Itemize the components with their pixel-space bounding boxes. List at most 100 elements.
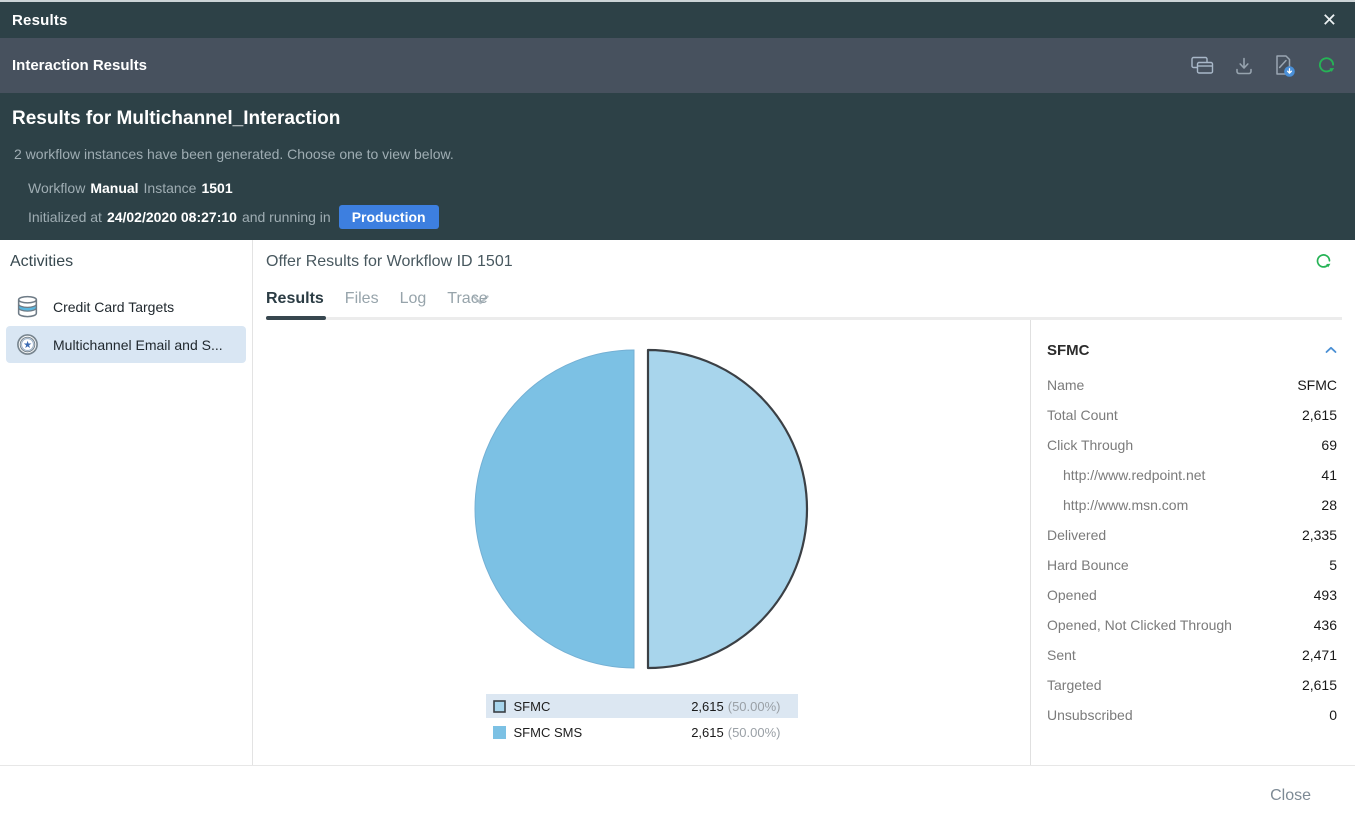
toolbar-icons bbox=[1191, 54, 1337, 78]
workflow-summary-panel: Results for Multichannel_Interaction 2 w… bbox=[0, 93, 1355, 240]
activities-title: Activities bbox=[0, 253, 252, 271]
interaction-results-toolbar: Interaction Results bbox=[0, 38, 1355, 93]
pie-chart bbox=[471, 347, 813, 673]
legend-label: SFMC bbox=[514, 699, 551, 714]
workflow-value: Manual bbox=[90, 180, 138, 196]
offer-results-title: Offer Results for Workflow ID 1501 bbox=[266, 253, 513, 271]
stat-row-hard-bounce: Hard Bounce 5 bbox=[1031, 550, 1355, 580]
stat-label: http://www.msn.com bbox=[1047, 497, 1188, 513]
stat-row-opened-not-clicked: Opened, Not Clicked Through 436 bbox=[1031, 610, 1355, 640]
stat-value: 2,335 bbox=[1302, 527, 1337, 543]
stat-label: Click Through bbox=[1047, 437, 1133, 453]
stat-label: Opened bbox=[1047, 587, 1097, 603]
stat-value: 493 bbox=[1314, 587, 1337, 603]
download-icon[interactable] bbox=[1234, 56, 1254, 76]
results-dialog: Results ✕ Interaction Results bbox=[0, 0, 1355, 826]
legend-percent: (50.00%) bbox=[728, 699, 781, 714]
stat-row-name: Name SFMC bbox=[1031, 370, 1355, 400]
stat-label: Hard Bounce bbox=[1047, 557, 1129, 573]
initialized-timestamp: 24/02/2020 08:27:10 bbox=[107, 209, 237, 225]
refresh-icon[interactable] bbox=[1316, 55, 1337, 76]
legend-swatch-sfmc-sms bbox=[493, 726, 506, 739]
stat-value: 2,471 bbox=[1302, 647, 1337, 663]
results-content: SFMC 2,615 (50.00%) SFMC SMS 2,615 (50.0… bbox=[253, 320, 1355, 765]
stat-row-total-count: Total Count 2,615 bbox=[1031, 400, 1355, 430]
cards-icon[interactable] bbox=[1191, 56, 1214, 75]
initialized-label: Initialized at bbox=[28, 209, 102, 225]
workflow-instances-subtitle: 2 workflow instances have been generated… bbox=[14, 146, 1343, 162]
chevron-up-icon[interactable] bbox=[1325, 346, 1337, 354]
stat-label: Unsubscribed bbox=[1047, 707, 1133, 723]
tab-results[interactable]: Results bbox=[266, 290, 324, 317]
pie-slice-sfmc[interactable] bbox=[648, 350, 807, 668]
tab-log[interactable]: Log bbox=[400, 290, 427, 317]
close-button[interactable]: Close bbox=[1270, 787, 1311, 805]
legend-value: 2,615 bbox=[691, 725, 724, 740]
legend-swatch-sfmc bbox=[493, 700, 506, 713]
results-tabs: Results Files Log Trace bbox=[266, 290, 1342, 320]
stat-value: 0 bbox=[1329, 707, 1337, 723]
dialog-titlebar: Results ✕ bbox=[0, 0, 1355, 38]
target-icon: ★ bbox=[15, 332, 40, 357]
instance-label: Instance bbox=[144, 180, 197, 196]
offer-results-header: Offer Results for Workflow ID 1501 bbox=[253, 252, 1355, 271]
results-for-title: Results for Multichannel_Interaction bbox=[12, 93, 1343, 130]
legend-label: SFMC SMS bbox=[514, 725, 583, 740]
pie-slice-sfmc-sms[interactable] bbox=[475, 350, 634, 668]
database-icon bbox=[15, 294, 40, 319]
stat-value: 2,615 bbox=[1302, 407, 1337, 423]
stat-row-targeted: Targeted 2,615 bbox=[1031, 670, 1355, 700]
stat-label: Delivered bbox=[1047, 527, 1106, 543]
stat-value: 28 bbox=[1321, 497, 1337, 513]
offer-results-panel: Offer Results for Workflow ID 1501 Resul… bbox=[253, 240, 1355, 765]
pie-chart-area: SFMC 2,615 (50.00%) SFMC SMS 2,615 (50.0… bbox=[253, 320, 1030, 765]
workflow-instance-line: Workflow Manual Instance 1501 bbox=[28, 180, 1343, 196]
initialized-line: Initialized at 24/02/2020 08:27:10 and r… bbox=[28, 205, 1343, 229]
stat-value: 2,615 bbox=[1302, 677, 1337, 693]
sfmc-stats-panel: SFMC Name SFMC Total Cou bbox=[1030, 320, 1355, 765]
stat-row-click-through: Click Through 69 bbox=[1031, 430, 1355, 460]
legend-row-sfmc-sms[interactable]: SFMC SMS 2,615 (50.00%) bbox=[486, 720, 798, 744]
sidebar-item-credit-card-targets[interactable]: Credit Card Targets bbox=[6, 288, 246, 325]
stats-header: SFMC bbox=[1031, 339, 1355, 361]
toolbar-title: Interaction Results bbox=[12, 57, 147, 74]
stat-row-delivered: Delivered 2,335 bbox=[1031, 520, 1355, 550]
activities-list: Credit Card Targets ★ Multichannel Email… bbox=[0, 288, 252, 363]
stat-row-opened: Opened 493 bbox=[1031, 580, 1355, 610]
stat-label: Total Count bbox=[1047, 407, 1118, 423]
stat-row-redpoint-url: http://www.redpoint.net 41 bbox=[1031, 460, 1355, 490]
dialog-footer: Close bbox=[0, 765, 1355, 826]
stat-label: Targeted bbox=[1047, 677, 1101, 693]
workflow-label: Workflow bbox=[28, 180, 85, 196]
environment-badge[interactable]: Production bbox=[339, 205, 439, 229]
close-icon[interactable]: ✕ bbox=[1316, 9, 1343, 31]
sidebar-item-label: Multichannel Email and S... bbox=[53, 337, 223, 353]
stat-label: Name bbox=[1047, 377, 1084, 393]
stat-value: 5 bbox=[1329, 557, 1337, 573]
instance-value: 1501 bbox=[201, 180, 232, 196]
sidebar-item-label: Credit Card Targets bbox=[53, 299, 174, 315]
legend-value: 2,615 bbox=[691, 699, 724, 714]
stat-label: http://www.redpoint.net bbox=[1047, 467, 1205, 483]
stat-row-msn-url: http://www.msn.com 28 bbox=[1031, 490, 1355, 520]
stats-title: SFMC bbox=[1047, 342, 1090, 359]
stats-rows: Name SFMC Total Count 2,615 Click Throug… bbox=[1031, 370, 1355, 730]
pie-legend: SFMC 2,615 (50.00%) SFMC SMS 2,615 (50.0… bbox=[486, 694, 798, 746]
sidebar-item-multichannel-email[interactable]: ★ Multichannel Email and S... bbox=[6, 326, 246, 363]
refresh-icon[interactable] bbox=[1314, 252, 1333, 271]
stat-label: Sent bbox=[1047, 647, 1076, 663]
legend-percent: (50.00%) bbox=[728, 725, 781, 740]
stat-value: SFMC bbox=[1297, 377, 1337, 393]
stat-value: 436 bbox=[1314, 617, 1337, 633]
dialog-title: Results bbox=[12, 12, 68, 29]
file-download-icon[interactable] bbox=[1274, 54, 1296, 78]
tab-trace[interactable]: Trace bbox=[447, 290, 487, 317]
running-in-label: and running in bbox=[242, 209, 331, 225]
stat-row-sent: Sent 2,471 bbox=[1031, 640, 1355, 670]
dialog-body: Activities Credit Card Targets bbox=[0, 240, 1355, 765]
legend-row-sfmc[interactable]: SFMC 2,615 (50.00%) bbox=[486, 694, 798, 718]
activities-sidebar: Activities Credit Card Targets bbox=[0, 240, 253, 765]
stat-label: Opened, Not Clicked Through bbox=[1047, 617, 1232, 633]
tab-files[interactable]: Files bbox=[345, 290, 379, 317]
stat-row-unsubscribed: Unsubscribed 0 bbox=[1031, 700, 1355, 730]
